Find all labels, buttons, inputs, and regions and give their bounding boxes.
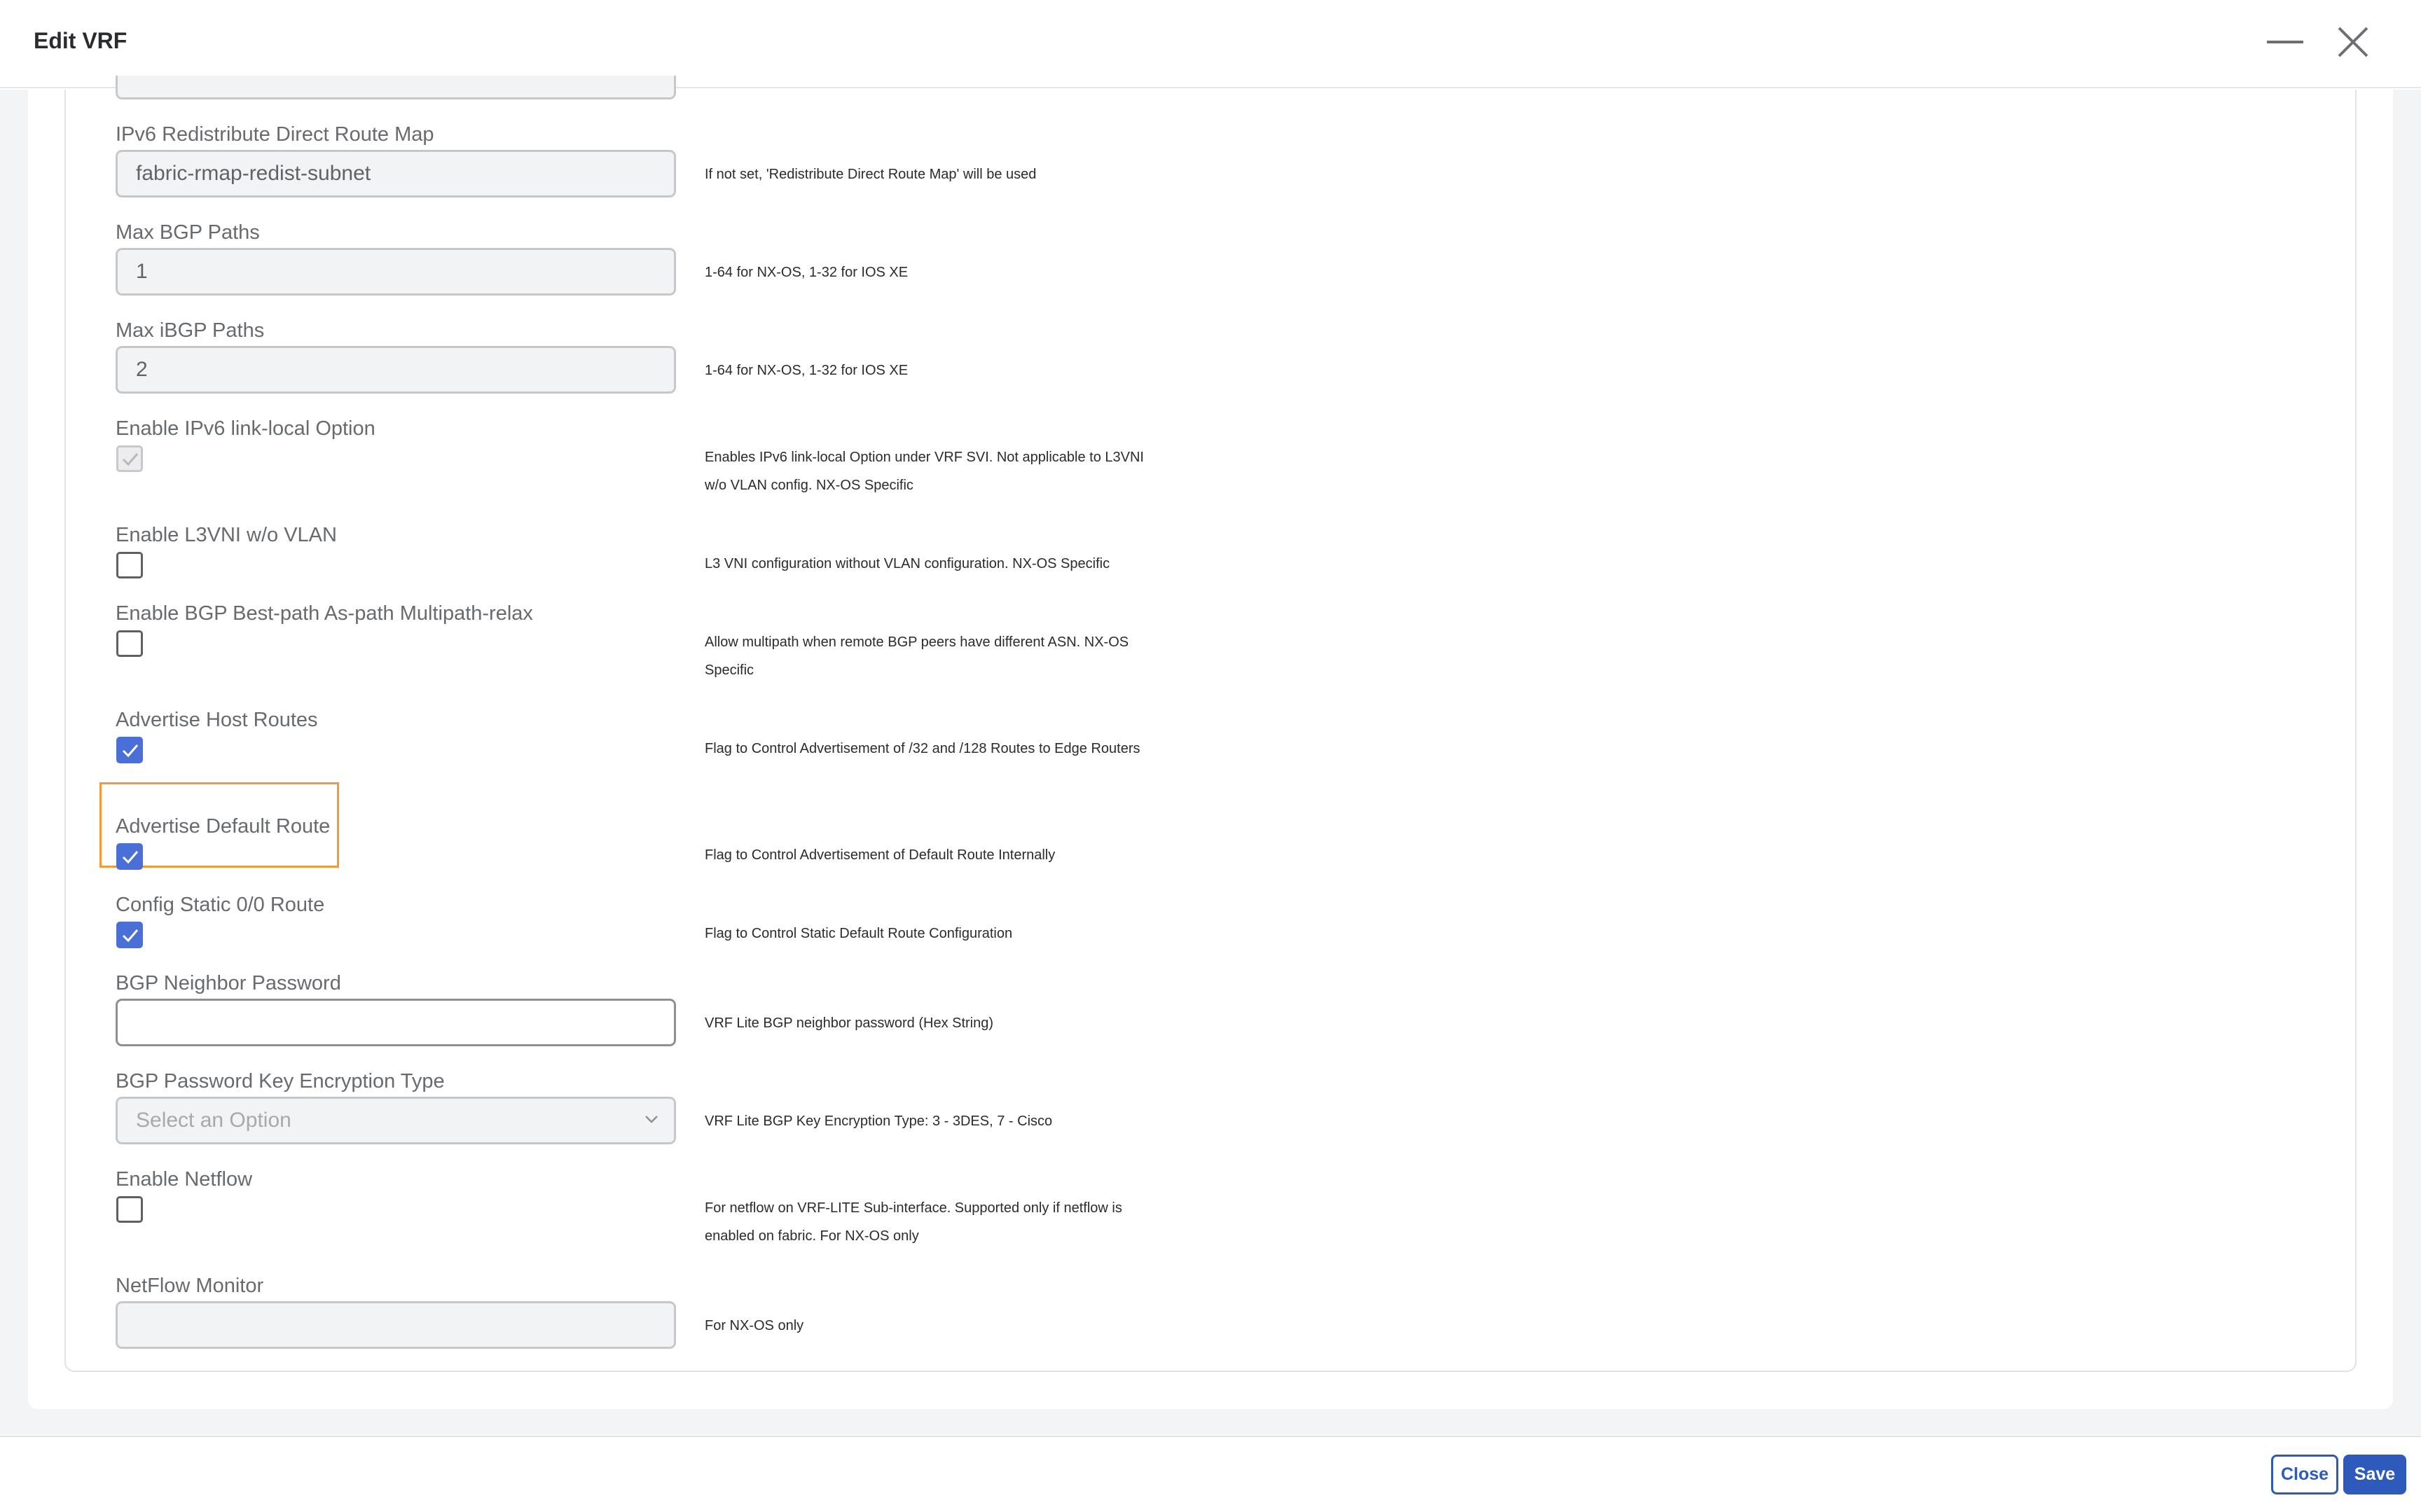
static-label: Config Static 0/0 Route <box>116 894 325 916</box>
adv-host-help: Flag to Control Advertisement of /32 and… <box>705 741 1140 756</box>
bestpath-checkbox[interactable] <box>116 630 143 657</box>
adv-host-checkbox[interactable] <box>116 737 143 763</box>
dialog-footer: Close Save <box>0 1436 2421 1512</box>
dialog-title: Edit VRF <box>34 28 127 53</box>
ipv6-redist-help: If not set, 'Redistribute Direct Route M… <box>705 167 1037 182</box>
adv-host-label: Advertise Host Routes <box>116 709 318 731</box>
static-help: Flag to Control Static Default Route Con… <box>705 926 1013 941</box>
static-checkbox[interactable] <box>116 922 143 948</box>
close-icon[interactable] <box>2337 26 2369 58</box>
dialog-body[interactable]: IPv6 Redistribute Direct Route Map fabri… <box>0 76 2421 1435</box>
ipv6-linklocal-label: Enable IPv6 link-local Option <box>116 417 375 440</box>
bgp-pw-input[interactable] <box>116 999 676 1046</box>
max-bgp-label: Max BGP Paths <box>116 221 260 244</box>
netflow-label: Enable Netflow <box>116 1168 253 1191</box>
bestpath-label: Enable BGP Best-path As-path Multipath-r… <box>116 602 533 625</box>
adv-default-checkbox[interactable] <box>116 843 143 870</box>
minimize-icon[interactable] <box>2267 41 2303 43</box>
l3vni-label: Enable L3VNI w/o VLAN <box>116 524 337 546</box>
adv-default-help: Flag to Control Advertisement of Default… <box>705 847 1056 863</box>
bgp-enc-label: BGP Password Key Encryption Type <box>116 1070 445 1093</box>
bgp-pw-label: BGP Neighbor Password <box>116 972 341 994</box>
netflow-help: For netflow on VRF-LITE Sub-interface. S… <box>705 1200 1122 1244</box>
ipv6-linklocal-help: Enables IPv6 link-local Option under VRF… <box>705 450 1144 493</box>
adv-default-label: Advertise Default Route <box>116 815 331 838</box>
max-ibgp-input[interactable]: 2 <box>116 346 676 394</box>
bgp-pw-help: VRF Lite BGP neighbor password (Hex Stri… <box>705 1015 994 1031</box>
bestpath-help: Allow multipath when remote BGP peers ha… <box>705 634 1129 678</box>
max-ibgp-help: 1-64 for NX-OS, 1-32 for IOS XE <box>705 363 909 378</box>
l3vni-checkbox[interactable] <box>116 552 143 578</box>
nf-monitor-input[interactable] <box>116 1301 676 1349</box>
netflow-checkbox[interactable] <box>116 1196 143 1223</box>
nf-monitor-help: For NX-OS only <box>705 1318 804 1333</box>
max-ibgp-label: Max iBGP Paths <box>116 319 265 342</box>
close-button[interactable]: Close <box>2271 1455 2338 1494</box>
nf-monitor-label: NetFlow Monitor <box>116 1275 264 1297</box>
ipv6-linklocal-checkbox[interactable] <box>116 445 143 472</box>
bgp-enc-help: VRF Lite BGP Key Encryption Type: 3 - 3D… <box>705 1114 1053 1129</box>
save-button[interactable]: Save <box>2343 1455 2406 1494</box>
ipv6-redist-input[interactable]: fabric-rmap-redist-subnet <box>116 150 676 197</box>
max-bgp-help: 1-64 for NX-OS, 1-32 for IOS XE <box>705 265 909 280</box>
scrolled-input[interactable] <box>116 76 676 99</box>
l3vni-help: L3 VNI configuration without VLAN config… <box>705 556 1110 571</box>
max-bgp-input[interactable]: 1 <box>116 248 676 296</box>
ipv6-redist-label: IPv6 Redistribute Direct Route Map <box>116 123 434 146</box>
bgp-enc-placeholder: Select an Option <box>136 1109 291 1132</box>
bgp-enc-select[interactable]: Select an Option <box>116 1097 676 1144</box>
chevron-down-icon <box>645 1116 658 1123</box>
